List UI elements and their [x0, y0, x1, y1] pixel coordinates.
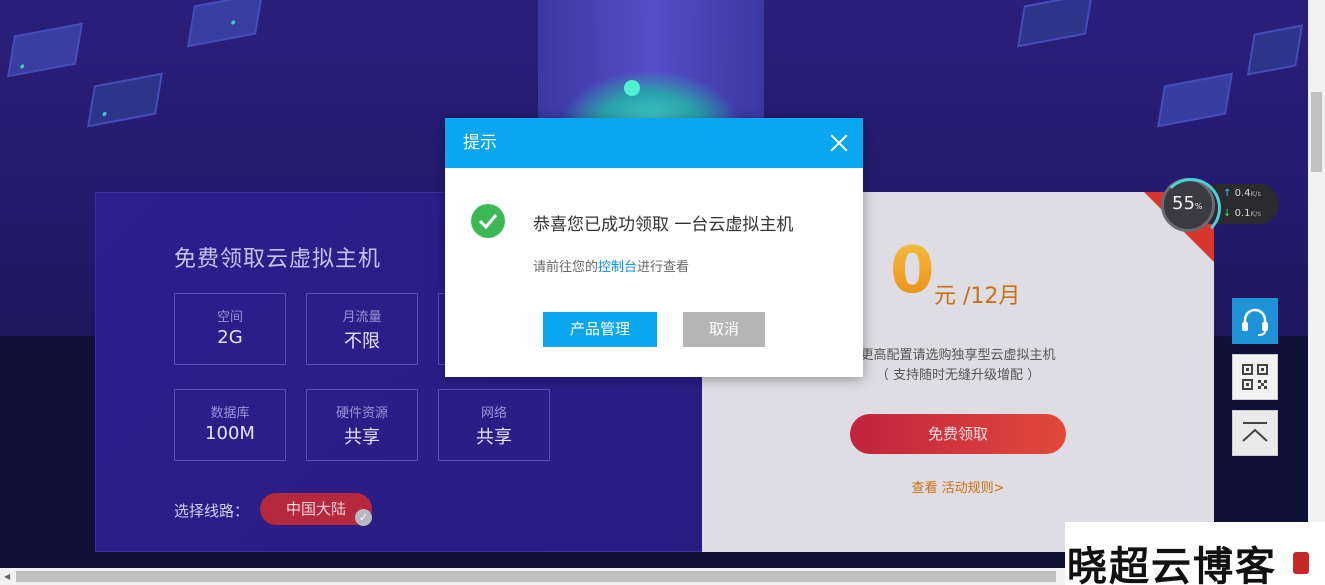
watermark: 晓超云博客: [1065, 522, 1325, 585]
product-management-button[interactable]: 产品管理: [543, 312, 657, 347]
spec-label: 空间: [216, 310, 243, 325]
back-to-top-button[interactable]: [1232, 410, 1278, 456]
spec-value: 共享: [344, 427, 380, 448]
spec-label: 硬件资源: [335, 406, 388, 421]
server-graphic: [87, 72, 163, 128]
close-icon[interactable]: [829, 133, 849, 153]
dialog-header: 提示: [445, 118, 863, 168]
price-unit: 元 /12月: [934, 284, 1021, 309]
activity-rules-link[interactable]: 查看 活动规则>: [702, 477, 1214, 496]
spec-value: 100M: [205, 423, 255, 444]
spec-value: 2G: [217, 327, 243, 348]
qr-code-icon: [1242, 364, 1268, 390]
server-graphic: [187, 0, 263, 48]
gauge-percent-sign: %: [1194, 202, 1203, 211]
cpu-gauge: 55%: [1161, 178, 1221, 238]
spec-label: 数据库: [210, 406, 250, 421]
download-unit: K/s: [1250, 210, 1262, 218]
spec-network: 网络 共享: [438, 389, 550, 461]
seal-stamp-icon: [1293, 552, 1309, 574]
server-graphic: [1246, 24, 1304, 76]
route-label: 选择线路：: [174, 502, 250, 520]
scroll-left-icon[interactable]: ◀: [4, 572, 10, 581]
dialog-subtext: 请前往您的控制台进行查看: [533, 256, 689, 275]
dialog-sub-prefix: 请前往您的: [533, 260, 599, 275]
spec-space: 空间 2G: [174, 293, 286, 365]
vertical-scroll-thumb[interactable]: [1311, 92, 1322, 172]
server-graphic: [1017, 0, 1093, 48]
spec-database: 数据库 100M: [174, 389, 286, 461]
arrow-up-icon: ↑: [1223, 188, 1232, 199]
network-speed-widget[interactable]: 55% ↑ 0.4K/s ↓ 0.1K/s: [1161, 178, 1279, 238]
spec-label: 网络: [480, 406, 507, 421]
spec-hardware: 硬件资源 共享: [306, 389, 418, 461]
horizontal-scroll-thumb[interactable]: [16, 571, 1056, 582]
success-check-icon: [471, 204, 505, 238]
horizontal-scrollbar[interactable]: ◀: [0, 568, 1065, 585]
cancel-button[interactable]: 取消: [683, 312, 765, 347]
arrow-down-icon: ↓: [1223, 208, 1232, 219]
spec-value: 不限: [344, 331, 380, 352]
watermark-text: 晓超云博客: [1067, 543, 1277, 585]
dialog-title: 提示: [463, 133, 497, 153]
check-icon: ✓: [355, 509, 372, 526]
dialog-message: 恭喜您已成功领取 一台云虚拟主机: [533, 215, 794, 235]
vertical-scrollbar[interactable]: [1308, 0, 1325, 568]
download-value: 0.1: [1234, 208, 1251, 219]
back-to-top-icon: [1242, 422, 1268, 442]
console-link[interactable]: 控制台: [598, 260, 637, 275]
upload-value: 0.4: [1234, 188, 1251, 199]
upload-speed: ↑ 0.4K/s: [1223, 188, 1261, 199]
gauge-percent: 55: [1172, 193, 1195, 214]
qr-code-button[interactable]: [1232, 354, 1278, 400]
customer-service-button[interactable]: [1232, 298, 1278, 344]
hero-glow-dot: [624, 80, 640, 96]
price-value: 0: [890, 234, 935, 308]
dialog-sub-suffix: 进行查看: [637, 260, 690, 275]
download-speed: ↓ 0.1K/s: [1223, 208, 1261, 219]
spec-value: 共享: [476, 427, 512, 448]
upload-unit: K/s: [1250, 190, 1262, 198]
spec-traffic: 月流量 不限: [306, 293, 418, 365]
server-graphic: [7, 22, 83, 78]
spec-label: 月流量: [342, 310, 382, 325]
offer-title: 免费领取云虚拟主机: [174, 247, 382, 272]
claim-free-button[interactable]: 免费领取: [850, 414, 1066, 454]
server-graphic: [1157, 72, 1233, 128]
headset-icon: [1242, 308, 1268, 336]
success-dialog: 提示 恭喜您已成功领取 一台云虚拟主机 请前往您的控制台进行查看 产品管理 取消: [445, 118, 863, 377]
